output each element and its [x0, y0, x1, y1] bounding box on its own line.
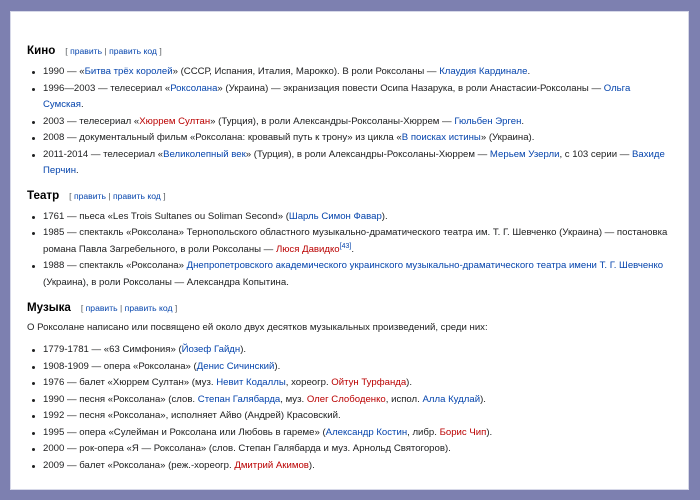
list-item: 1988 — спектакль «Роксолана» Днепропетро…: [32, 258, 670, 291]
list-item: 2008 — документальный фильм «Роксолана: …: [32, 130, 670, 147]
edit-link-teatr[interactable]: править: [74, 191, 106, 201]
list-item: 1996—2003 — телесериал «Роксолана» (Укра…: [32, 81, 670, 114]
actor-link[interactable]: Гюльбен Эрген: [454, 116, 521, 127]
list-item: 1761 — пьеса «Les Trois Sultanes ou Soli…: [32, 209, 670, 226]
librettist-redlink[interactable]: Борис Чип: [440, 427, 487, 438]
series-link[interactable]: В поисках истины: [402, 132, 481, 143]
performer-link[interactable]: Алла Кудлай: [423, 394, 481, 405]
film-link[interactable]: Великолепный век: [163, 149, 246, 160]
teatr-list: 1761 — пьеса «Les Trois Sultanes ou Soli…: [27, 209, 688, 292]
edit-code-link-teatr[interactable]: править код: [113, 191, 161, 201]
actor-redlink[interactable]: Люся Давидко: [276, 244, 340, 255]
music-intro: О Роксолане написано или посвящено ей ок…: [27, 322, 488, 333]
list-item: 2011-2014 — телесериал «Великолепный век…: [32, 147, 670, 180]
edit-links-music: [ править | править код ]: [80, 303, 178, 313]
section-heading-kino: Кино [ править | править код ]: [27, 43, 688, 59]
film-redlink[interactable]: Хюррем Султан: [139, 116, 210, 127]
edit-code-link-music[interactable]: править код: [125, 303, 173, 313]
edit-code-link-kino[interactable]: править код: [109, 46, 157, 56]
list-item: 1985 — спектакль «Роксолана» Тернопольск…: [32, 225, 670, 258]
list-item: 1908-1909 — опера «Роксолана» (Денис Сич…: [32, 359, 670, 376]
list-item: 1779-1781 — «63 Симфония» (Йозеф Гайдн).: [32, 342, 670, 359]
composer-link[interactable]: Денис Сичинский: [197, 361, 275, 372]
section-kino: Кино [ править | править код ] 1990 — «Б…: [27, 43, 688, 180]
section-title-kino: Кино: [27, 44, 56, 57]
section-title-teatr: Театр: [27, 188, 60, 202]
list-item: 1990 — песня «Роксолана» (слов. Степан Г…: [32, 392, 670, 409]
kino-list: 1990 — «Битва трёх королей» (СССР, Испан…: [27, 64, 688, 180]
actor-link[interactable]: Мерьем Узерли: [490, 149, 560, 160]
edit-links-kino: [ править | править код ]: [65, 46, 162, 56]
edit-links-teatr: [ править | править код ]: [69, 190, 166, 201]
film-link[interactable]: Роксолана: [170, 83, 217, 94]
list-item: 2003 — телесериал «Хюррем Султан» (Турци…: [32, 114, 670, 131]
section-teatr: Театр [ править | править код ] 1761 — п…: [27, 188, 688, 292]
music-list: 1779-1781 — «63 Симфония» (Йозеф Гайдн).…: [27, 342, 688, 474]
list-item: 1990 — «Битва трёх королей» (СССР, Испан…: [32, 64, 670, 81]
list-item: 2009 — балет «Роксолана» (реж.-хореогр. …: [32, 458, 670, 475]
theatre-link[interactable]: Днепропетровского академического украинс…: [187, 260, 663, 271]
section-heading-teatr: Театр [ править | править код ]: [27, 188, 688, 204]
edit-link-music[interactable]: править: [86, 303, 118, 313]
section-title-music: Музыка: [27, 301, 71, 314]
section-music: Музыка [ править | править код ] О Роксо…: [27, 300, 688, 474]
section-heading-music: Музыка [ править | править код ]: [27, 300, 688, 316]
film-link[interactable]: Битва трёх королей: [85, 66, 173, 77]
list-item: 2000 — рок-опера «Я — Роксолана» (слов. …: [32, 441, 670, 458]
composer-link[interactable]: Невит Кодаллы: [216, 377, 286, 388]
composer-link[interactable]: Александр Костин: [326, 427, 407, 438]
author-link[interactable]: Шарль Симон Фавар: [289, 211, 382, 222]
list-item: 1992 — песня «Роксолана», исполняет Айво…: [32, 408, 670, 425]
composer-redlink[interactable]: Олег Слободенко: [307, 394, 386, 405]
lyricist-link[interactable]: Степан Галябарда: [198, 394, 281, 405]
choreographer-redlink[interactable]: Дмитрий Акимов: [234, 460, 309, 471]
actor-link[interactable]: Клаудия Кардинале: [439, 66, 527, 77]
list-item: 1976 — балет «Хюррем Султан» (муз. Невит…: [32, 375, 670, 392]
list-item: 1995 — опера «Сулейман и Роксолана или Л…: [32, 425, 670, 442]
composer-link[interactable]: Йозеф Гайдн: [182, 344, 241, 355]
article-content: Кино [ править | править код ] 1990 — «Б…: [10, 11, 689, 490]
reference-link[interactable]: [43]: [340, 242, 352, 249]
edit-link-kino[interactable]: править: [70, 46, 102, 56]
choreographer-redlink[interactable]: Ойтун Турфанда: [331, 377, 406, 388]
